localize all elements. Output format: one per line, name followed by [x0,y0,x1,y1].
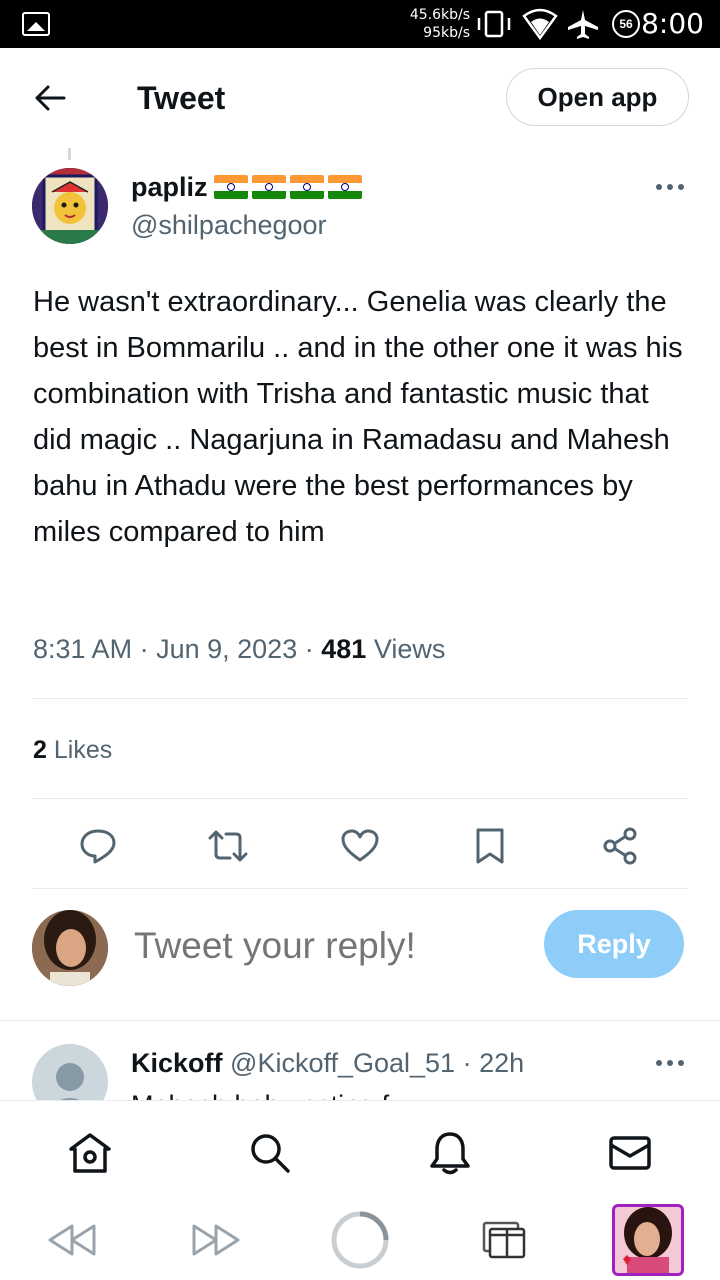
open-app-button[interactable]: Open app [506,68,689,126]
retweet-icon [208,830,248,862]
bottom-nav [0,1100,720,1200]
reply-separator: · [462,1048,472,1078]
likes-label: Likes [53,736,113,764]
retweet-action-button[interactable] [206,824,250,868]
status-bar: 45.6kb/s 95kb/s 56 8:00 [0,0,720,48]
battery-level: 56 [619,17,633,31]
like-action-button[interactable] [338,824,382,868]
rewind-icon [48,1224,96,1256]
author-handle[interactable]: @shilpachegoor [131,208,327,242]
reply-age: 22h [479,1048,525,1078]
author-avatar-image [32,168,108,244]
tweet-text: He wasn't extraordinary... Genelia was c… [33,286,683,548]
page-title: Tweet [137,80,226,116]
india-flag-icon [213,175,248,199]
india-flag-icon [327,175,362,199]
nav-search[interactable] [246,1129,294,1177]
tweet-date[interactable]: Jun 9, 2023 [156,634,297,664]
views-label: Views [373,634,446,664]
india-flag-icon [251,175,286,199]
my-avatar-image [32,910,108,986]
author-name: papliz [131,172,208,202]
divider [32,798,688,799]
meta-separator: · [304,634,314,664]
reply-button[interactable]: Reply [544,910,684,978]
reply-more-options-button[interactable] [650,1048,690,1078]
divider [32,698,688,699]
tabs-icon [482,1221,526,1259]
browser-tabs-button[interactable] [478,1208,530,1272]
reply-author-name: Kickoff [131,1048,223,1078]
bookmark-action-button[interactable] [468,824,512,868]
likes-summary[interactable]: 2 Likes [33,733,112,767]
nav-home[interactable] [66,1129,114,1177]
share-icon [603,827,637,865]
fast-forward-icon [192,1224,240,1256]
home-icon [69,1133,111,1173]
more-options-button[interactable] [650,172,690,202]
mail-icon [609,1136,651,1170]
bell-icon [430,1132,470,1175]
reply-input[interactable] [134,916,524,976]
author-display-name[interactable]: papliz [131,170,362,204]
arrow-left-icon [35,85,66,111]
india-flags [210,175,362,199]
likes-count: 2 [33,736,47,764]
india-flag-icon [289,175,324,199]
nav-notifications[interactable] [426,1129,474,1177]
comment-icon [80,829,116,864]
network-speed: 45.6kb/s 95kb/s [404,6,470,42]
share-action-button[interactable] [598,824,642,868]
browser-bar [0,1200,720,1280]
bookmark-icon [476,828,504,864]
more-dots-icon [656,1060,684,1066]
search-icon [251,1134,290,1173]
more-dots-icon [656,184,684,190]
views-count: 481 [321,634,367,664]
vibrate-icon [477,10,511,38]
tweet-time[interactable]: 8:31 AM [33,634,132,664]
airplane-icon [568,10,598,39]
battery-icon: 56 [612,10,640,38]
clock: 8:00 [641,7,704,40]
net-down: 95kb/s [423,25,470,41]
my-avatar [32,910,108,986]
heart-icon [341,829,379,862]
reply-author-line[interactable]: Kickoff @Kickoff_Goal_51 · 22h [131,1046,524,1080]
author-avatar[interactable] [32,168,108,244]
divider [0,1020,720,1021]
wifi-icon [522,8,558,40]
tweet-meta: 8:31 AM · Jun 9, 2023 · 481 Views [33,630,445,668]
back-button[interactable] [28,78,72,118]
gallery-icon [22,12,50,36]
top-header: Tweet Open app [0,48,720,148]
browser-forward-button[interactable] [188,1208,244,1272]
reply-author-handle: @Kickoff_Goal_51 [230,1048,456,1078]
nav-messages[interactable] [606,1129,654,1177]
reply-action-button[interactable] [76,824,120,868]
divider [32,888,688,889]
profile-thumbnail[interactable] [612,1204,684,1276]
tweet-actions [0,818,720,872]
browser-home-button[interactable] [328,1208,392,1272]
meta-separator: · [139,634,149,664]
reply-text: Mahesh babu acting f... [131,1088,412,1100]
browser-back-button[interactable] [44,1208,100,1272]
profile-thumbnail-image [615,1207,681,1273]
net-up: 45.6kb/s [409,7,470,23]
loading-ring-icon [331,1211,389,1269]
thread-line [68,148,71,160]
